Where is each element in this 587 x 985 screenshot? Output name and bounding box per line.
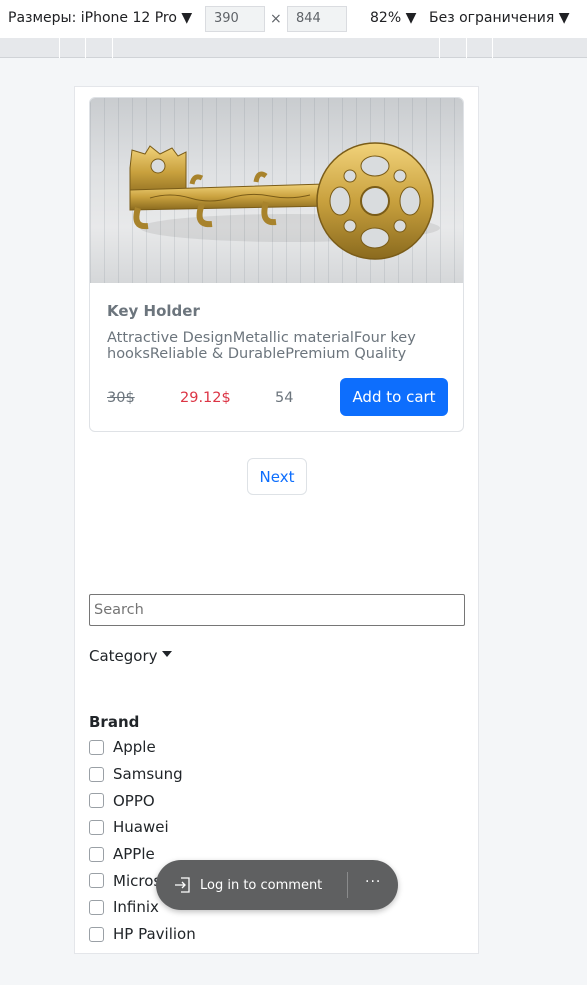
sale-price: 29.12$ (180, 390, 231, 406)
old-price: 30$ (107, 390, 135, 406)
brand-item-hp-pavilion[interactable]: HP Pavilion (89, 921, 196, 948)
brand-label: Samsung (113, 765, 183, 784)
brand-item-samsung[interactable]: Samsung (89, 761, 196, 788)
brand-label: APPle (113, 845, 155, 864)
brand-label: HP Pavilion (113, 925, 196, 944)
add-to-cart-button[interactable]: Add to cart (340, 378, 448, 416)
key-holder-image (129, 142, 440, 260)
product-image (90, 98, 463, 283)
device-selector[interactable]: Размеры: iPhone 12 Pro ▼ (8, 10, 192, 26)
brand-label: OPPO (113, 791, 155, 810)
checkbox[interactable] (89, 899, 104, 915)
product-card: Key Holder Attractive DesignMetallic mat… (89, 97, 464, 432)
brand-label: Huawei (113, 818, 169, 837)
brand-item-huawei[interactable]: Huawei (89, 814, 196, 841)
stock-count: 54 (275, 390, 294, 406)
caret-down-icon (161, 651, 172, 657)
comment-pill: Log in to comment ··· (156, 860, 398, 910)
checkbox[interactable] (89, 819, 104, 835)
media-query-ruler[interactable] (0, 38, 587, 58)
product-description: Attractive DesignMetallic materialFour k… (107, 330, 416, 362)
checkbox[interactable] (89, 873, 104, 889)
checkbox[interactable] (89, 926, 104, 942)
checkbox[interactable] (89, 793, 104, 809)
brand-label: Infinix (113, 898, 159, 917)
search-input[interactable] (89, 594, 465, 626)
brand-heading: Brand (89, 713, 140, 731)
brand-item-apple[interactable]: Apple (89, 734, 196, 761)
checkbox[interactable] (89, 846, 104, 862)
width-input[interactable]: 390 (205, 6, 265, 32)
product-title: Key Holder (107, 302, 200, 320)
zoom-selector[interactable]: 82% ▼ (370, 10, 416, 26)
pill-divider (347, 872, 348, 898)
login-to-comment-button[interactable]: Log in to comment (200, 878, 322, 893)
dimension-separator: × (270, 11, 282, 27)
height-input[interactable]: 844 (287, 6, 347, 32)
category-label: Category (89, 647, 158, 665)
checkbox[interactable] (89, 766, 104, 782)
brand-label: Apple (113, 738, 156, 757)
sign-in-icon (175, 877, 190, 893)
phone-viewport: Key Holder Attractive DesignMetallic mat… (75, 87, 478, 953)
next-page-button[interactable]: Next (247, 458, 307, 495)
throttle-selector[interactable]: Без ограничения ▼ (429, 10, 570, 26)
category-dropdown[interactable]: Category (89, 647, 172, 665)
brand-filter-list: Apple Samsung OPPO Huawei APPle Microsof… (89, 734, 196, 948)
brand-item-oppo[interactable]: OPPO (89, 787, 196, 814)
checkbox[interactable] (89, 739, 104, 755)
more-options-icon[interactable]: ··· (365, 874, 381, 890)
devtools-toolbar: Размеры: iPhone 12 Pro ▼ 390 × 844 82% ▼… (0, 0, 587, 38)
